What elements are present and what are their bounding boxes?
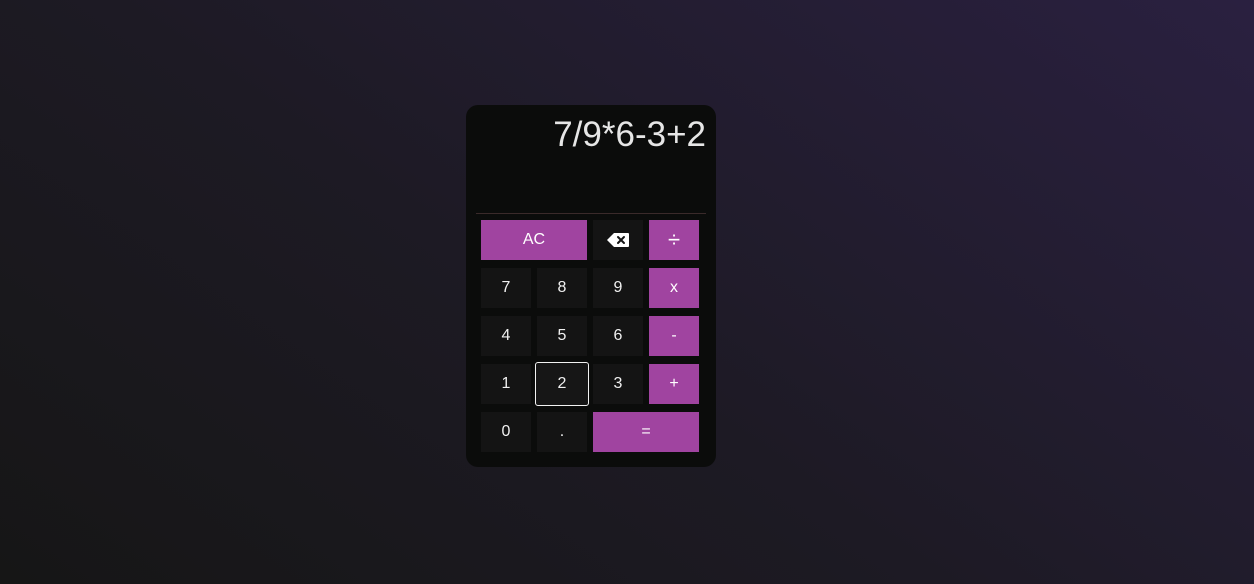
- add-button[interactable]: +: [649, 364, 699, 404]
- digit-3-button[interactable]: 3: [593, 364, 643, 404]
- digit-8-button[interactable]: 8: [537, 268, 587, 308]
- backspace-button[interactable]: [593, 220, 643, 260]
- subtract-button[interactable]: -: [649, 316, 699, 356]
- display: 7/9*6-3+2: [476, 105, 706, 214]
- digit-7-button[interactable]: 7: [481, 268, 531, 308]
- digit-5-button[interactable]: 5: [537, 316, 587, 356]
- decimal-button[interactable]: .: [537, 412, 587, 452]
- digit-9-button[interactable]: 9: [593, 268, 643, 308]
- clear-button[interactable]: AC: [481, 220, 587, 260]
- digit-6-button[interactable]: 6: [593, 316, 643, 356]
- backspace-icon: [607, 233, 629, 247]
- digit-4-button[interactable]: 4: [481, 316, 531, 356]
- multiply-button[interactable]: x: [649, 268, 699, 308]
- expression-display: 7/9*6-3+2: [553, 115, 706, 154]
- digit-1-button[interactable]: 1: [481, 364, 531, 404]
- equals-button[interactable]: =: [593, 412, 699, 452]
- digit-0-button[interactable]: 0: [481, 412, 531, 452]
- digit-2-button[interactable]: 2: [535, 362, 589, 406]
- divide-button[interactable]: ÷: [649, 220, 699, 260]
- calculator: 7/9*6-3+2 AC ÷ 7 8 9 x 4 5 6 - 1 2 3 + 0…: [466, 105, 716, 467]
